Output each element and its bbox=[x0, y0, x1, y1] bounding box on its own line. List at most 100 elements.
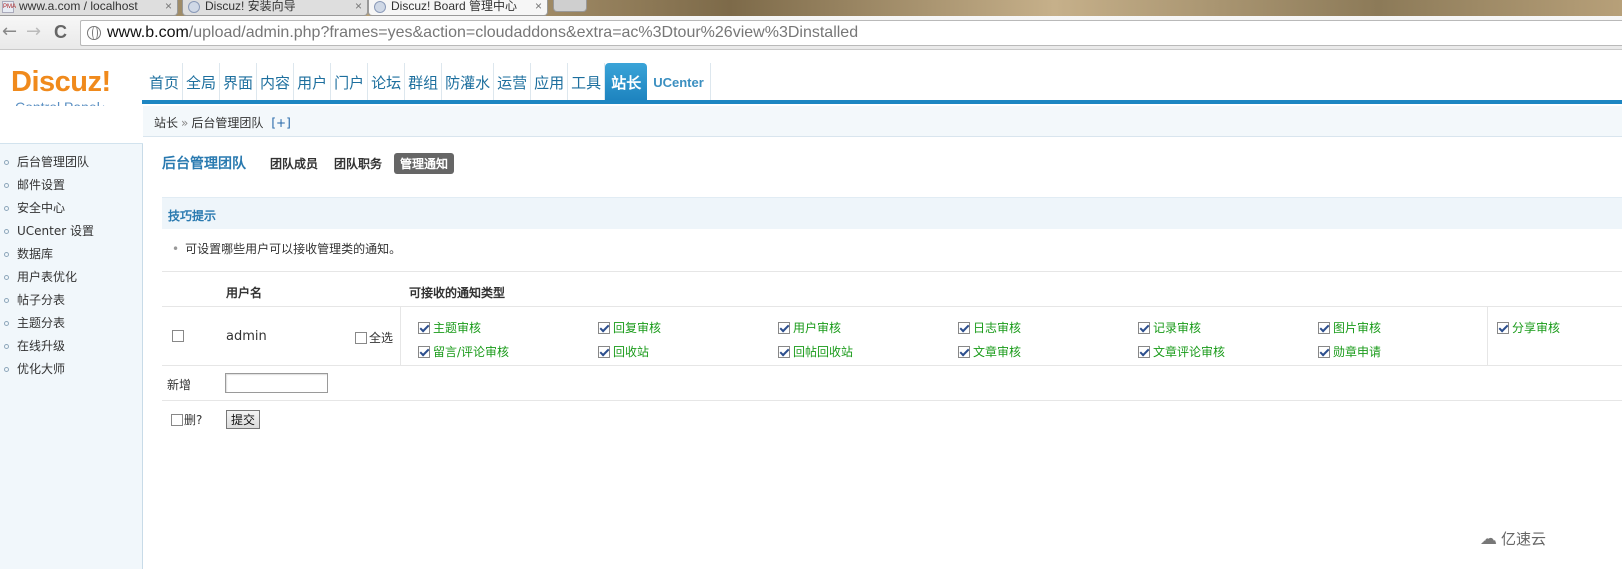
new-tab-button[interactable] bbox=[553, 0, 587, 12]
bullet-icon bbox=[4, 183, 9, 188]
sidebar-item-upgrade[interactable]: 在线升级 bbox=[0, 335, 94, 358]
nav-founder[interactable]: 站长 bbox=[605, 63, 648, 101]
select-all-toggle[interactable]: 全选 bbox=[355, 329, 393, 346]
notice-label: 用户审核 bbox=[793, 321, 842, 335]
sidebar-item-label: 数据库 bbox=[17, 247, 54, 261]
notice-checkbox[interactable] bbox=[778, 322, 790, 334]
sidebar-item-threadsplit[interactable]: 主题分表 bbox=[0, 312, 94, 335]
sidebar-item-database[interactable]: 数据库 bbox=[0, 243, 94, 266]
notice-checkbox[interactable] bbox=[1318, 322, 1330, 334]
sidebar-item-optimizer[interactable]: 优化大师 bbox=[0, 358, 94, 381]
notice-label: 回复审核 bbox=[613, 321, 662, 335]
main-nav: 首页 全局 界面 内容 用户 门户 论坛 群组 防灌水 运营 应用 工具 站长 … bbox=[146, 63, 711, 101]
sidebar-item-label: 安全中心 bbox=[17, 201, 66, 215]
sidebar-item-label: 用户表优化 bbox=[17, 270, 78, 284]
notice-label: 主题审核 bbox=[433, 321, 482, 335]
back-icon[interactable]: ← bbox=[2, 22, 17, 42]
notice-article-comment-audit[interactable]: 文章评论审核 bbox=[1138, 343, 1225, 360]
tab-admin-notice[interactable]: 管理通知 bbox=[394, 152, 455, 174]
sidebar-item-label: 主题分表 bbox=[17, 316, 66, 330]
notice-recyclebin[interactable]: 回收站 bbox=[598, 343, 649, 360]
nav-forum[interactable]: 论坛 bbox=[368, 63, 406, 101]
add-to-favorites-link[interactable]: [+] bbox=[271, 116, 290, 130]
nav-home[interactable]: 首页 bbox=[146, 63, 184, 101]
delete-checkbox[interactable] bbox=[171, 414, 183, 426]
notice-checkbox[interactable] bbox=[418, 346, 430, 358]
sidebar-item-security[interactable]: 安全中心 bbox=[0, 197, 94, 220]
address-bar[interactable]: www.b.com/upload/admin.php?frames=yes&ac… bbox=[80, 20, 1622, 46]
notice-doing-audit[interactable]: 记录审核 bbox=[1138, 319, 1201, 336]
submit-button[interactable]: 提交 bbox=[226, 410, 260, 429]
notice-checkbox[interactable] bbox=[1138, 322, 1150, 334]
notice-checkbox[interactable] bbox=[1318, 346, 1330, 358]
tab-close-icon[interactable]: × bbox=[165, 0, 172, 12]
notice-pic-audit[interactable]: 图片审核 bbox=[1318, 319, 1381, 336]
bullet-icon bbox=[4, 275, 9, 280]
bullet-icon bbox=[4, 344, 9, 349]
tab-team-roles[interactable]: 团队职务 bbox=[334, 155, 382, 172]
notice-checkbox[interactable] bbox=[958, 322, 970, 334]
discuz-logo[interactable]: Discuz! bbox=[11, 67, 111, 97]
sidebar-item-postsplit[interactable]: 帖子分表 bbox=[0, 289, 94, 312]
nav-group[interactable]: 群组 bbox=[405, 63, 443, 101]
notice-article-audit[interactable]: 文章审核 bbox=[958, 343, 1021, 360]
notice-checkbox[interactable] bbox=[598, 346, 610, 358]
notice-comment-audit[interactable]: 留言/评论审核 bbox=[418, 343, 509, 360]
notice-label: 分享审核 bbox=[1512, 321, 1561, 335]
browser-tab-localhost[interactable]: PMA www.a.com / localhost × bbox=[0, 0, 178, 16]
nav-tools[interactable]: 工具 bbox=[568, 63, 606, 101]
delete-toggle[interactable]: 删? bbox=[171, 411, 202, 428]
nav-global[interactable]: 全局 bbox=[183, 63, 221, 101]
sidebar-item-membersplit[interactable]: 用户表优化 bbox=[0, 266, 94, 289]
nav-content[interactable]: 内容 bbox=[257, 63, 295, 101]
tab-close-icon[interactable]: × bbox=[355, 0, 362, 12]
notice-blog-audit[interactable]: 日志审核 bbox=[958, 319, 1021, 336]
nav-user[interactable]: 用户 bbox=[294, 63, 332, 101]
notice-user-audit[interactable]: 用户审核 bbox=[778, 319, 841, 336]
select-all-checkbox[interactable] bbox=[355, 332, 367, 344]
notice-checkbox[interactable] bbox=[418, 322, 430, 334]
notice-medal-apply[interactable]: 勋章申请 bbox=[1318, 343, 1381, 360]
nav-safe[interactable]: 防灌水 bbox=[442, 63, 495, 101]
sidebar-item-mail[interactable]: 邮件设置 bbox=[0, 174, 94, 197]
tab-team-members[interactable]: 团队成员 bbox=[270, 155, 318, 172]
browser-tab-admin[interactable]: Discuz! Board 管理中心 × bbox=[368, 0, 548, 16]
sidebar: 后台管理团队 邮件设置 安全中心 UCenter 设置 数据库 用户表优化 帖子… bbox=[0, 106, 143, 569]
browser-tabbar: PMA www.a.com / localhost × Discuz! 安装向导… bbox=[0, 0, 1622, 16]
breadcrumb-root[interactable]: 站长 bbox=[154, 116, 178, 130]
page-title: 后台管理团队 bbox=[162, 156, 246, 172]
nav-extended[interactable]: 运营 bbox=[494, 63, 532, 101]
notice-checkbox[interactable] bbox=[1497, 322, 1509, 334]
nav-plugin[interactable]: 应用 bbox=[531, 63, 569, 101]
nav-style[interactable]: 界面 bbox=[220, 63, 258, 101]
nav-portal[interactable]: 门户 bbox=[331, 63, 369, 101]
tab-title: www.a.com / localhost bbox=[19, 0, 138, 13]
notice-thread-audit[interactable]: 主题审核 bbox=[418, 319, 481, 336]
tab-close-icon[interactable]: × bbox=[535, 0, 542, 12]
cell-divider bbox=[1487, 307, 1488, 365]
watermark: ☁ 亿速云 bbox=[1480, 528, 1546, 549]
tip-bullet: • bbox=[172, 242, 180, 256]
notice-checkbox[interactable] bbox=[1138, 346, 1150, 358]
nav-ucenter[interactable]: UCenter bbox=[647, 63, 711, 101]
notice-share-audit[interactable]: 分享审核 bbox=[1497, 319, 1560, 336]
breadcrumb: 站长» 后台管理团队 [+] bbox=[154, 114, 291, 131]
notice-checkbox[interactable] bbox=[778, 346, 790, 358]
notice-label: 文章评论审核 bbox=[1153, 345, 1226, 359]
forward-icon[interactable]: → bbox=[26, 22, 41, 42]
reload-icon[interactable]: C bbox=[54, 22, 67, 42]
sidebar-item-admin-team[interactable]: 后台管理团队 bbox=[0, 151, 94, 174]
row-select-checkbox[interactable] bbox=[172, 330, 184, 342]
sidebar-item-ucenter[interactable]: UCenter 设置 bbox=[0, 220, 94, 243]
notice-checkbox[interactable] bbox=[598, 322, 610, 334]
notice-checkbox[interactable] bbox=[958, 346, 970, 358]
bullet-icon bbox=[4, 252, 9, 257]
new-username-input[interactable] bbox=[225, 373, 328, 393]
divider bbox=[162, 365, 1622, 366]
breadcrumb-separator: » bbox=[181, 116, 189, 130]
tab-title: Discuz! 安装向导 bbox=[205, 0, 296, 13]
notice-reply-recyclebin[interactable]: 回帖回收站 bbox=[778, 343, 853, 360]
notice-reply-audit[interactable]: 回复审核 bbox=[598, 319, 661, 336]
row-username: admin bbox=[226, 329, 267, 344]
browser-tab-install[interactable]: Discuz! 安装向导 × bbox=[182, 0, 368, 16]
